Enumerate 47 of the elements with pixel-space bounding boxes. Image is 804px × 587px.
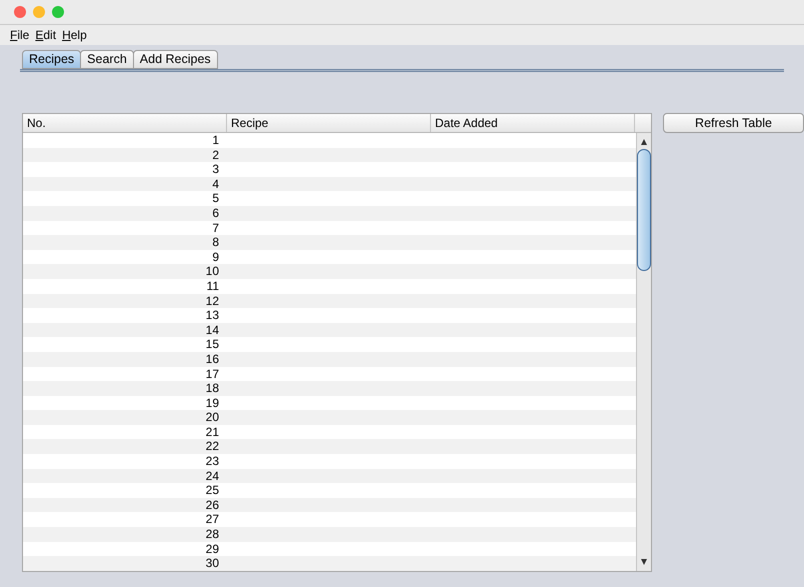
table-cell-text: 17 bbox=[204, 366, 220, 382]
minimize-window-icon[interactable] bbox=[33, 6, 45, 18]
table-cell-text: 1 bbox=[211, 133, 220, 148]
scroll-down-icon bbox=[640, 558, 648, 566]
table-cell-text: 11 bbox=[206, 278, 220, 294]
table-cell-text: 20 bbox=[204, 410, 220, 425]
table-cell-text: 29 bbox=[204, 542, 220, 556]
column-header[interactable]: Recipe bbox=[227, 114, 431, 132]
tab[interactable]: Recipes bbox=[22, 50, 82, 69]
table-cell-text: 25 bbox=[204, 483, 220, 498]
tab[interactable]: Add Recipes bbox=[132, 50, 218, 69]
table-cell-text: 15 bbox=[204, 337, 220, 352]
table-cell-text: 3 bbox=[211, 162, 220, 177]
scroll-up-icon bbox=[640, 138, 648, 146]
tab[interactable]: Search bbox=[80, 50, 134, 69]
table-cell-text: 18 bbox=[204, 381, 220, 396]
table-cell-text: 12 bbox=[204, 294, 220, 308]
table-cell-text: 6 bbox=[211, 206, 220, 221]
table-cell-text: 7 bbox=[211, 220, 220, 236]
menu-item[interactable]: Help bbox=[62, 26, 87, 44]
table-cell-text: 16 bbox=[204, 352, 220, 366]
column-header[interactable]: Date Added bbox=[431, 114, 635, 132]
table-cell-text: 4 bbox=[211, 176, 220, 192]
table-cell-text: 23 bbox=[204, 454, 220, 469]
scrollbar-thumb[interactable] bbox=[637, 149, 651, 271]
table-cell-text: 22 bbox=[204, 439, 220, 454]
table-cell-text: 27 bbox=[204, 512, 220, 528]
table-cell-text: 30 bbox=[204, 556, 220, 571]
table-cell-text: 10 bbox=[204, 264, 220, 279]
table-cell-text: 28 bbox=[204, 527, 220, 542]
column-header[interactable]: No. bbox=[23, 114, 227, 132]
table-cell-text: 13 bbox=[204, 308, 220, 323]
table-cell-text: 5 bbox=[211, 191, 220, 206]
table-cell-text: 21 bbox=[204, 424, 220, 440]
table-cell-text: 14 bbox=[204, 322, 220, 338]
table-cell-text: 8 bbox=[211, 235, 220, 250]
table-cell-text: 26 bbox=[204, 498, 220, 512]
table-cell-text: 9 bbox=[211, 250, 220, 264]
zoom-window-icon[interactable] bbox=[52, 6, 64, 18]
refresh-table-button[interactable]: Refresh Table bbox=[663, 113, 804, 133]
table-cell-text: 24 bbox=[204, 468, 220, 484]
menu-item[interactable]: File bbox=[10, 26, 30, 44]
close-window-icon[interactable] bbox=[14, 6, 26, 18]
scrollbar[interactable] bbox=[636, 133, 651, 571]
menu-item[interactable]: Edit bbox=[35, 26, 56, 44]
table-cell-text: 2 bbox=[211, 148, 220, 162]
table-cell-text: 19 bbox=[204, 396, 220, 410]
